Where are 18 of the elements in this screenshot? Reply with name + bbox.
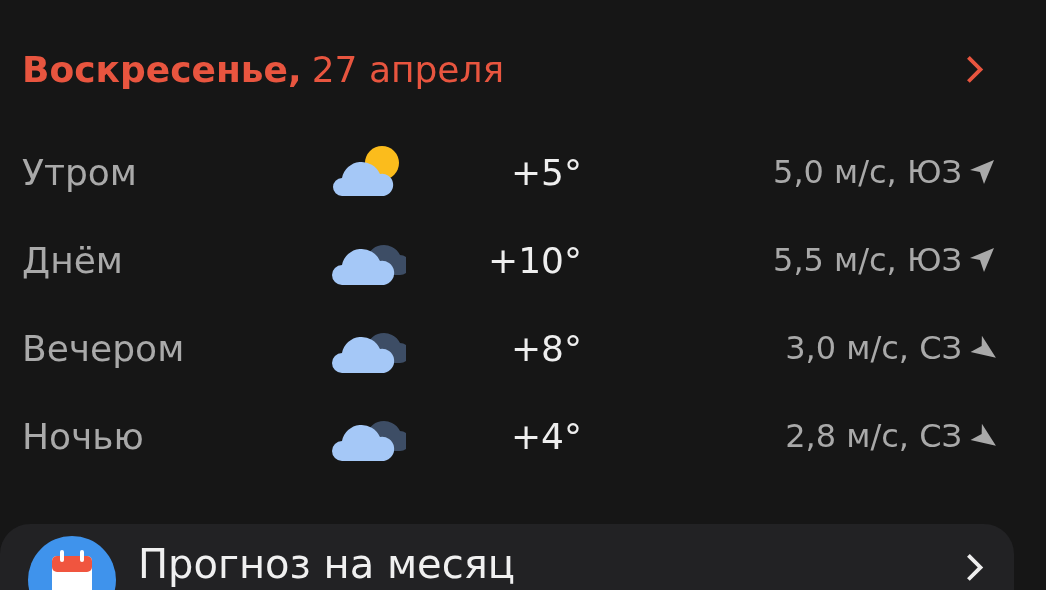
wind-info: 2,8 м/с, СЗ: [785, 417, 962, 455]
wind-direction-icon: [968, 158, 996, 186]
temperature: +5°: [510, 151, 582, 193]
period-label: Вечером: [22, 327, 185, 369]
temperature: +4°: [510, 415, 582, 457]
month-forecast-card[interactable]: Прогноз на месяц: [0, 524, 1014, 590]
wind-direction-icon: [968, 246, 996, 274]
period-label: Ночью: [22, 415, 144, 457]
wind-info: 5,0 м/с, ЮЗ: [773, 153, 962, 191]
card-title: Прогноз на месяц: [138, 542, 516, 586]
period-label: Утром: [22, 151, 137, 193]
wind-info: 5,5 м/с, ЮЗ: [773, 241, 962, 279]
chevron-right-icon[interactable]: [964, 552, 986, 583]
wind-info: 3,0 м/с, СЗ: [785, 329, 962, 367]
day-title: Воскресенье, 27 апреля: [22, 49, 505, 90]
temperature: +10°: [488, 239, 582, 281]
temperature: +8°: [510, 327, 582, 369]
period-label: Днём: [22, 239, 123, 281]
